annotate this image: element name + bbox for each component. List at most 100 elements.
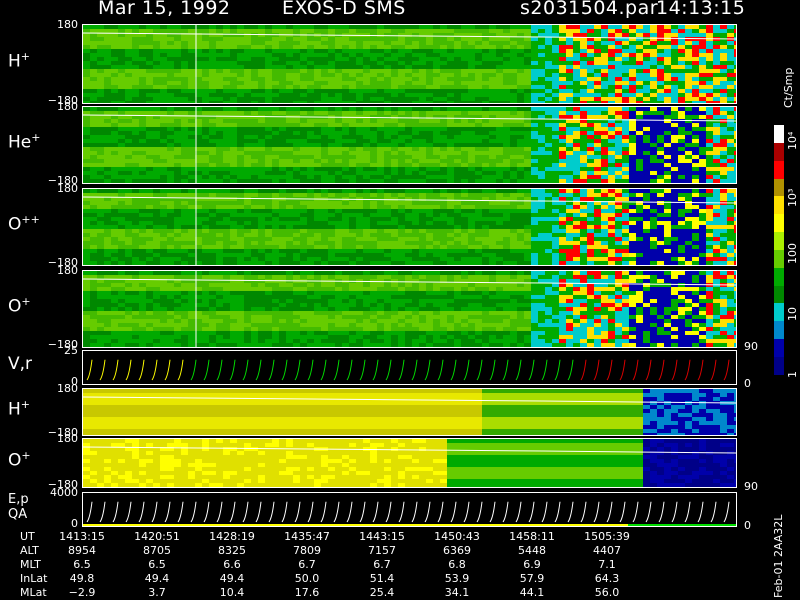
spectrogram-cell xyxy=(146,245,153,249)
spectrogram-cell xyxy=(314,159,321,163)
spectrogram-cell xyxy=(608,175,615,179)
spectrogram-cell xyxy=(356,237,363,241)
spectrogram-cell xyxy=(496,209,503,213)
spectrogram-cell xyxy=(104,123,111,127)
spectrogram-cell xyxy=(482,233,489,237)
spectrogram-cell xyxy=(139,233,146,237)
spectrogram-cell xyxy=(265,147,272,151)
spectrogram-cell xyxy=(489,85,496,89)
spectrogram-cell xyxy=(202,61,209,65)
spectrogram-cell xyxy=(181,175,188,179)
spectrogram-cell xyxy=(706,139,713,143)
spectrogram-cell xyxy=(125,151,132,155)
spectrogram-cell xyxy=(475,81,482,85)
spectrogram-cell xyxy=(398,171,405,175)
spectrogram-cell xyxy=(223,155,230,159)
spectrogram-cell xyxy=(83,101,90,103)
spectrogram-cell xyxy=(307,209,314,213)
spectrogram-cell xyxy=(678,93,685,97)
spectrogram-cell xyxy=(419,49,426,53)
spectrogram-cell xyxy=(678,101,685,103)
spectrogram-cell xyxy=(104,25,111,29)
spectrogram-cell xyxy=(727,45,734,49)
spectrogram-cell xyxy=(174,201,181,205)
spectrogram-cell xyxy=(363,119,370,123)
spectrogram-cell xyxy=(342,49,349,53)
spectrogram-cell xyxy=(545,123,552,127)
spectrogram-cell xyxy=(216,93,223,97)
spectrogram-cell xyxy=(545,171,552,175)
spectrogram-cell xyxy=(279,237,286,241)
spectrogram-cell xyxy=(706,101,713,103)
spectrogram-cell xyxy=(237,123,244,127)
spectrogram-cell xyxy=(559,41,566,45)
spectrogram-cell xyxy=(573,139,580,143)
spectrogram-cell xyxy=(125,225,132,229)
spectrogram-cell xyxy=(286,101,293,103)
spectrogram-cell xyxy=(594,155,601,159)
spectrogram-cell xyxy=(139,93,146,97)
spectrogram-cell xyxy=(132,175,139,179)
spectrogram-cell xyxy=(608,135,615,139)
spectrogram-cell xyxy=(524,135,531,139)
spectrogram-cell xyxy=(412,53,419,57)
spectrogram-cell xyxy=(342,163,349,167)
spectrogram-cell xyxy=(678,167,685,171)
spectrogram-cell xyxy=(391,155,398,159)
spectrogram-cell xyxy=(650,151,657,155)
spectrogram-cell xyxy=(650,167,657,171)
spectrogram-cell xyxy=(356,221,363,225)
spectrogram-cell xyxy=(279,253,286,257)
spectrogram-cell xyxy=(636,151,643,155)
spectrogram-cell xyxy=(391,89,398,93)
spectrogram-cell xyxy=(132,225,139,229)
spectrogram-cell xyxy=(223,93,230,97)
spectrogram-cell xyxy=(307,229,314,233)
spectrogram-cell xyxy=(279,143,286,147)
spectrogram-cell xyxy=(720,135,727,139)
spectrogram-cell xyxy=(496,41,503,45)
spectrogram-cell xyxy=(475,179,482,183)
spectrogram-cell xyxy=(146,45,153,49)
spectrogram-cell xyxy=(671,139,678,143)
spectrogram-cell xyxy=(447,249,454,253)
spectrogram-cell xyxy=(202,167,209,171)
spectrogram-cell xyxy=(391,221,398,225)
spectrogram-cell xyxy=(384,189,391,193)
spectrogram-cell xyxy=(90,53,97,57)
spectrogram-cell xyxy=(272,111,279,115)
spectrogram-cell xyxy=(363,205,370,209)
spectrogram-cell xyxy=(335,41,342,45)
spectrogram-cell xyxy=(111,89,118,93)
spectrogram-cell xyxy=(699,175,706,179)
spectrogram-cell xyxy=(405,189,412,193)
spectrogram-cell xyxy=(664,89,671,93)
spectrogram-cell xyxy=(90,155,97,159)
spectrogram-cell xyxy=(587,159,594,163)
spectrogram-cell xyxy=(104,49,111,53)
spectrogram-cell xyxy=(559,143,566,147)
spectrogram-cell xyxy=(377,241,384,245)
spectrogram-cell xyxy=(223,65,230,69)
spectrogram-cell xyxy=(97,237,104,241)
spectrogram-cell xyxy=(153,41,160,45)
spectrogram-cell xyxy=(685,97,692,101)
spectrogram-cell xyxy=(643,127,650,131)
spectrogram-cell xyxy=(699,85,706,89)
spectrogram-cell xyxy=(384,77,391,81)
spectrogram-cell xyxy=(454,25,461,29)
spectrogram-cell xyxy=(734,151,736,155)
spectrogram-cell xyxy=(272,159,279,163)
spectrogram-cell xyxy=(594,69,601,73)
spectrogram-cell xyxy=(356,189,363,193)
spectrogram-cell xyxy=(356,241,363,245)
spectrogram-cell xyxy=(104,237,111,241)
spectrogram-cell xyxy=(559,135,566,139)
spectrogram-cell xyxy=(293,193,300,197)
spectrogram-cell xyxy=(559,65,566,69)
spectrogram-cell xyxy=(405,25,412,29)
spectrogram-cell xyxy=(426,107,433,111)
spectrogram-cell xyxy=(293,155,300,159)
spectrogram-cell xyxy=(398,237,405,241)
spectrogram-cell xyxy=(321,221,328,225)
